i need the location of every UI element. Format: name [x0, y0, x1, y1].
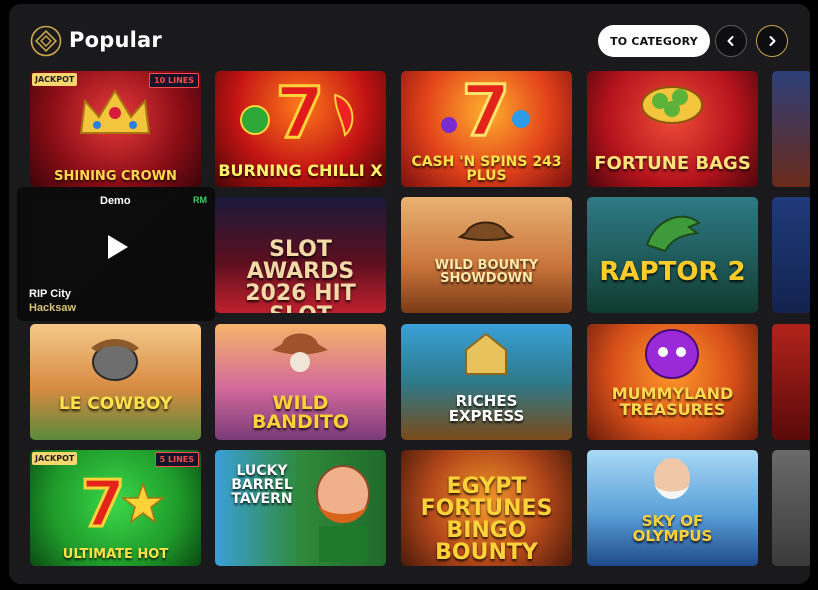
dinosaur-icon: [645, 215, 701, 253]
lucky-seven-icon: 7: [240, 75, 354, 145]
game-tile-partial[interactable]: [772, 197, 810, 313]
game-title: LE COWBOY: [58, 394, 173, 414]
game-title: RAPTOR 2: [599, 257, 746, 287]
game-tile-egypt-fortunes[interactable]: EGYPT FORTUNES BINGO BOUNTY: [401, 450, 572, 566]
game-tile-shining-crown[interactable]: JACKPOT 10 LINES SHINING CROWN: [30, 71, 201, 187]
zeus-icon: [654, 458, 690, 499]
game-tile-partial[interactable]: [772, 450, 810, 566]
game-title: EGYPT FORTUNES BINGO BOUNTY: [420, 474, 553, 565]
game-tile-sky-of-olympus[interactable]: SKY OF OLYMPUS: [587, 450, 758, 566]
game-title: FORTUNE BAGS: [594, 153, 751, 174]
game-title: WILD BOUNTY SHOWDOWN: [434, 258, 539, 286]
game-hover-card[interactable]: Demo RM RIP City Hacksaw: [17, 187, 215, 321]
game-artwork: [772, 450, 810, 566]
game-title: CASH 'N SPINS 243 PLUS: [411, 154, 562, 184]
game-title: BURNING CHILLI X: [218, 161, 383, 180]
demo-label[interactable]: Demo: [100, 195, 131, 207]
mummy-icon: [645, 329, 699, 379]
game-title: WILD BANDITO: [251, 392, 350, 433]
hover-game-title: RIP City: [29, 288, 71, 300]
game-tile-cash-n-spins[interactable]: 7 CASH 'N SPINS 243 PLUS: [401, 71, 572, 187]
svg-text:7: 7: [81, 468, 126, 534]
game-tile-wild-bandito[interactable]: WILD BANDITO: [215, 324, 386, 440]
game-artwork: [772, 71, 810, 187]
jackpot-badge: JACKPOT: [32, 73, 78, 86]
crown-icon: [79, 89, 151, 134]
raccoon-icon: [91, 339, 139, 381]
game-tile-showdown[interactable]: WILD BOUNTY SHOWDOWN: [401, 197, 572, 313]
game-title: RICHES EXPRESS: [448, 392, 525, 425]
lucky-seven-icon: 7: [79, 467, 165, 534]
svg-text:7: 7: [462, 73, 511, 143]
lucky-seven-icon: 7: [441, 73, 530, 143]
game-tile-hit-slot[interactable]: SLOT AWARDS 2026 HIT SLOT: [215, 197, 386, 313]
game-tile-fortune-bags[interactable]: FORTUNE BAGS: [587, 71, 758, 187]
lines-badge: 10 LINES: [149, 73, 199, 88]
game-tile-partial[interactable]: [772, 71, 810, 187]
svg-text:7: 7: [276, 75, 325, 145]
lines-badge: 5 LINES: [154, 452, 199, 467]
game-title: MUMMYLAND TREASURES: [611, 384, 734, 419]
rm-label: RM: [193, 195, 207, 205]
game-title: ULTIMATE HOT: [62, 547, 169, 562]
money-bag-icon: [641, 86, 703, 124]
game-title: LUCKY BARREL TAVERN: [231, 463, 293, 507]
hover-game-provider: Hacksaw: [29, 302, 77, 314]
game-artwork: [772, 197, 810, 313]
play-icon[interactable]: [102, 232, 132, 262]
game-title: SHINING CROWN: [54, 169, 177, 184]
game-tile-riches-express[interactable]: RICHES EXPRESS: [401, 324, 572, 440]
game-title: SKY OF OLYMPUS: [632, 512, 713, 545]
game-tile-raptor-2[interactable]: RAPTOR 2: [587, 197, 758, 313]
sombrero-skull-icon: [272, 333, 328, 372]
game-artwork: [772, 324, 810, 440]
cowboy-hat-icon: [457, 221, 515, 241]
game-tile-lucky-barrel[interactable]: LUCKY BARREL TAVERN: [215, 450, 386, 566]
leprechaun-icon: [316, 465, 370, 562]
game-tile-mummyland-treasures[interactable]: MUMMYLAND TREASURES: [587, 324, 758, 440]
game-title: SLOT AWARDS 2026 HIT SLOT: [245, 237, 356, 314]
jackpot-badge: JACKPOT: [32, 452, 78, 465]
game-tile-le-cowboy[interactable]: LE COWBOY: [30, 324, 201, 440]
game-tile-partial[interactable]: [772, 324, 810, 440]
popular-games-panel: Popular TO CATEGORY JACKPOT 10 LINES SHI…: [9, 4, 810, 584]
game-tile-ultimate-hot[interactable]: 7 JACKPOT 5 LINES ULTIMATE HOT: [30, 450, 201, 566]
game-tile-burning-chilli-x[interactable]: 7 BURNING CHILLI X: [215, 71, 386, 187]
temple-icon: [465, 332, 507, 375]
